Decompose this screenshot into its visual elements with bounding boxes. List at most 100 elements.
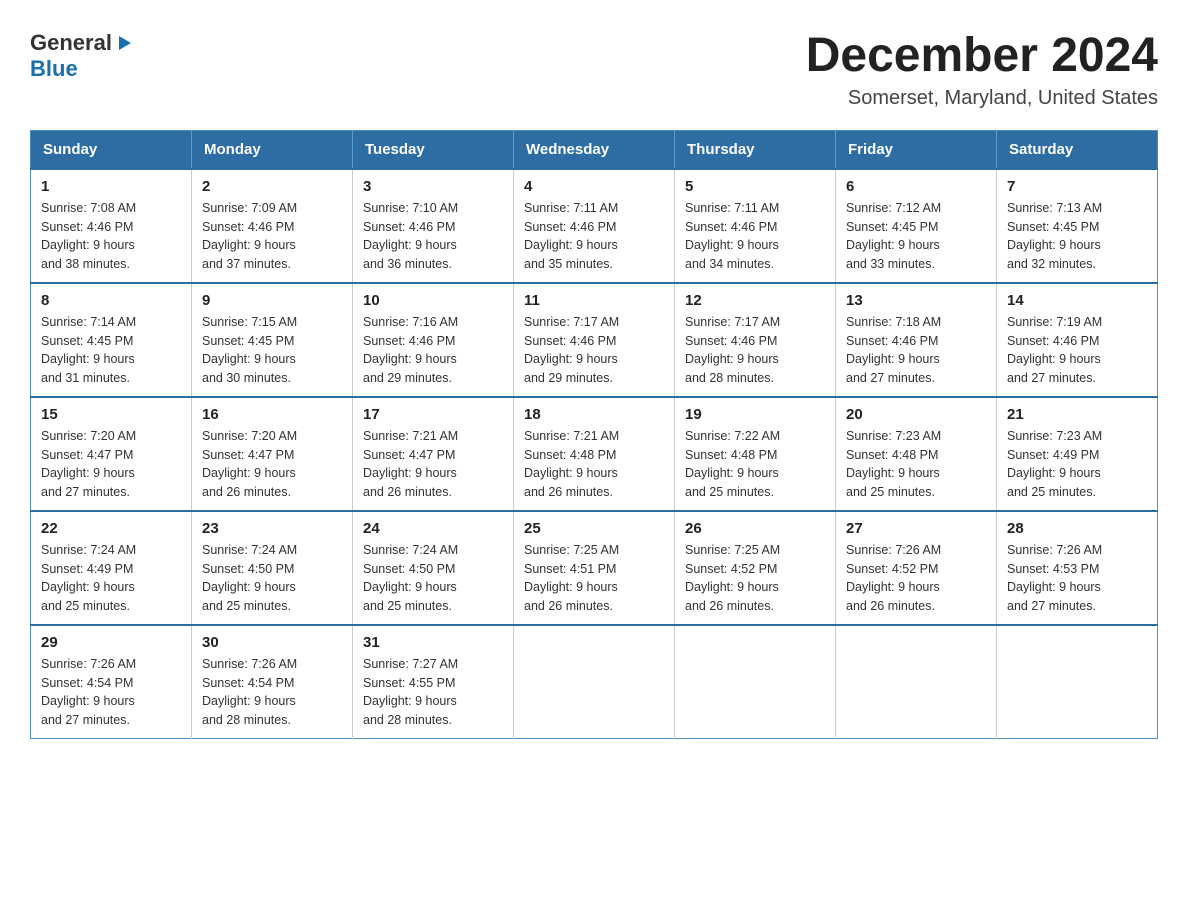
day-number: 1	[41, 178, 181, 195]
day-info: Sunrise: 7:08 AM Sunset: 4:46 PM Dayligh…	[41, 199, 181, 274]
calendar-day-cell	[675, 625, 836, 739]
calendar-week-row: 15 Sunrise: 7:20 AM Sunset: 4:47 PM Dayl…	[31, 397, 1158, 511]
calendar-day-cell: 2 Sunrise: 7:09 AM Sunset: 4:46 PM Dayli…	[192, 169, 353, 283]
calendar-day-cell: 18 Sunrise: 7:21 AM Sunset: 4:48 PM Dayl…	[514, 397, 675, 511]
day-number: 28	[1007, 520, 1147, 537]
day-info: Sunrise: 7:16 AM Sunset: 4:46 PM Dayligh…	[363, 313, 503, 388]
day-number: 27	[846, 520, 986, 537]
day-number: 17	[363, 406, 503, 423]
day-number: 29	[41, 634, 181, 651]
calendar-day-cell: 29 Sunrise: 7:26 AM Sunset: 4:54 PM Dayl…	[31, 625, 192, 739]
logo-arrow-icon	[115, 34, 133, 52]
day-number: 5	[685, 178, 825, 195]
day-info: Sunrise: 7:11 AM Sunset: 4:46 PM Dayligh…	[685, 199, 825, 274]
day-number: 14	[1007, 292, 1147, 309]
day-info: Sunrise: 7:23 AM Sunset: 4:48 PM Dayligh…	[846, 427, 986, 502]
calendar-day-cell: 13 Sunrise: 7:18 AM Sunset: 4:46 PM Dayl…	[836, 283, 997, 397]
day-number: 21	[1007, 406, 1147, 423]
day-number: 16	[202, 406, 342, 423]
day-number: 20	[846, 406, 986, 423]
day-info: Sunrise: 7:26 AM Sunset: 4:54 PM Dayligh…	[41, 655, 181, 730]
calendar-day-cell	[514, 625, 675, 739]
day-number: 24	[363, 520, 503, 537]
day-number: 6	[846, 178, 986, 195]
day-number: 8	[41, 292, 181, 309]
calendar-day-cell: 21 Sunrise: 7:23 AM Sunset: 4:49 PM Dayl…	[997, 397, 1158, 511]
day-info: Sunrise: 7:22 AM Sunset: 4:48 PM Dayligh…	[685, 427, 825, 502]
logo-general-text: General	[30, 30, 112, 56]
day-number: 18	[524, 406, 664, 423]
calendar-day-cell: 6 Sunrise: 7:12 AM Sunset: 4:45 PM Dayli…	[836, 169, 997, 283]
calendar-header-row: SundayMondayTuesdayWednesdayThursdayFrid…	[31, 130, 1158, 169]
day-info: Sunrise: 7:26 AM Sunset: 4:53 PM Dayligh…	[1007, 541, 1147, 616]
day-info: Sunrise: 7:20 AM Sunset: 4:47 PM Dayligh…	[41, 427, 181, 502]
calendar-day-cell: 15 Sunrise: 7:20 AM Sunset: 4:47 PM Dayl…	[31, 397, 192, 511]
calendar-day-cell: 1 Sunrise: 7:08 AM Sunset: 4:46 PM Dayli…	[31, 169, 192, 283]
title-area: December 2024 Somerset, Maryland, United…	[806, 30, 1158, 110]
day-of-week-header: Saturday	[997, 130, 1158, 169]
day-info: Sunrise: 7:26 AM Sunset: 4:54 PM Dayligh…	[202, 655, 342, 730]
day-info: Sunrise: 7:25 AM Sunset: 4:52 PM Dayligh…	[685, 541, 825, 616]
calendar-day-cell: 12 Sunrise: 7:17 AM Sunset: 4:46 PM Dayl…	[675, 283, 836, 397]
day-info: Sunrise: 7:17 AM Sunset: 4:46 PM Dayligh…	[685, 313, 825, 388]
day-number: 11	[524, 292, 664, 309]
day-info: Sunrise: 7:17 AM Sunset: 4:46 PM Dayligh…	[524, 313, 664, 388]
page-header: General Blue December 2024 Somerset, Mar…	[30, 30, 1158, 110]
calendar-week-row: 1 Sunrise: 7:08 AM Sunset: 4:46 PM Dayli…	[31, 169, 1158, 283]
day-info: Sunrise: 7:21 AM Sunset: 4:48 PM Dayligh…	[524, 427, 664, 502]
calendar-day-cell: 17 Sunrise: 7:21 AM Sunset: 4:47 PM Dayl…	[353, 397, 514, 511]
day-info: Sunrise: 7:23 AM Sunset: 4:49 PM Dayligh…	[1007, 427, 1147, 502]
calendar-day-cell: 9 Sunrise: 7:15 AM Sunset: 4:45 PM Dayli…	[192, 283, 353, 397]
day-number: 4	[524, 178, 664, 195]
day-number: 2	[202, 178, 342, 195]
calendar-day-cell: 28 Sunrise: 7:26 AM Sunset: 4:53 PM Dayl…	[997, 511, 1158, 625]
day-number: 23	[202, 520, 342, 537]
location-subtitle: Somerset, Maryland, United States	[806, 87, 1158, 110]
calendar-day-cell: 19 Sunrise: 7:22 AM Sunset: 4:48 PM Dayl…	[675, 397, 836, 511]
day-info: Sunrise: 7:12 AM Sunset: 4:45 PM Dayligh…	[846, 199, 986, 274]
day-number: 31	[363, 634, 503, 651]
calendar-day-cell: 30 Sunrise: 7:26 AM Sunset: 4:54 PM Dayl…	[192, 625, 353, 739]
calendar-day-cell: 10 Sunrise: 7:16 AM Sunset: 4:46 PM Dayl…	[353, 283, 514, 397]
calendar-day-cell	[997, 625, 1158, 739]
calendar-day-cell: 11 Sunrise: 7:17 AM Sunset: 4:46 PM Dayl…	[514, 283, 675, 397]
logo: General Blue	[30, 30, 134, 82]
month-year-title: December 2024	[806, 30, 1158, 83]
calendar-day-cell	[836, 625, 997, 739]
day-number: 26	[685, 520, 825, 537]
day-info: Sunrise: 7:13 AM Sunset: 4:45 PM Dayligh…	[1007, 199, 1147, 274]
day-info: Sunrise: 7:11 AM Sunset: 4:46 PM Dayligh…	[524, 199, 664, 274]
calendar-week-row: 22 Sunrise: 7:24 AM Sunset: 4:49 PM Dayl…	[31, 511, 1158, 625]
day-number: 7	[1007, 178, 1147, 195]
calendar-day-cell: 25 Sunrise: 7:25 AM Sunset: 4:51 PM Dayl…	[514, 511, 675, 625]
day-number: 13	[846, 292, 986, 309]
calendar-day-cell: 20 Sunrise: 7:23 AM Sunset: 4:48 PM Dayl…	[836, 397, 997, 511]
calendar-day-cell: 3 Sunrise: 7:10 AM Sunset: 4:46 PM Dayli…	[353, 169, 514, 283]
day-number: 25	[524, 520, 664, 537]
day-info: Sunrise: 7:10 AM Sunset: 4:46 PM Dayligh…	[363, 199, 503, 274]
day-info: Sunrise: 7:24 AM Sunset: 4:49 PM Dayligh…	[41, 541, 181, 616]
day-info: Sunrise: 7:27 AM Sunset: 4:55 PM Dayligh…	[363, 655, 503, 730]
day-info: Sunrise: 7:21 AM Sunset: 4:47 PM Dayligh…	[363, 427, 503, 502]
day-info: Sunrise: 7:25 AM Sunset: 4:51 PM Dayligh…	[524, 541, 664, 616]
day-number: 3	[363, 178, 503, 195]
calendar-day-cell: 23 Sunrise: 7:24 AM Sunset: 4:50 PM Dayl…	[192, 511, 353, 625]
day-of-week-header: Sunday	[31, 130, 192, 169]
calendar-day-cell: 31 Sunrise: 7:27 AM Sunset: 4:55 PM Dayl…	[353, 625, 514, 739]
calendar-day-cell: 16 Sunrise: 7:20 AM Sunset: 4:47 PM Dayl…	[192, 397, 353, 511]
day-info: Sunrise: 7:15 AM Sunset: 4:45 PM Dayligh…	[202, 313, 342, 388]
day-of-week-header: Tuesday	[353, 130, 514, 169]
day-info: Sunrise: 7:14 AM Sunset: 4:45 PM Dayligh…	[41, 313, 181, 388]
calendar-day-cell: 24 Sunrise: 7:24 AM Sunset: 4:50 PM Dayl…	[353, 511, 514, 625]
day-info: Sunrise: 7:19 AM Sunset: 4:46 PM Dayligh…	[1007, 313, 1147, 388]
calendar-week-row: 29 Sunrise: 7:26 AM Sunset: 4:54 PM Dayl…	[31, 625, 1158, 739]
day-of-week-header: Thursday	[675, 130, 836, 169]
day-info: Sunrise: 7:24 AM Sunset: 4:50 PM Dayligh…	[363, 541, 503, 616]
day-info: Sunrise: 7:20 AM Sunset: 4:47 PM Dayligh…	[202, 427, 342, 502]
calendar-week-row: 8 Sunrise: 7:14 AM Sunset: 4:45 PM Dayli…	[31, 283, 1158, 397]
calendar-day-cell: 5 Sunrise: 7:11 AM Sunset: 4:46 PM Dayli…	[675, 169, 836, 283]
day-number: 9	[202, 292, 342, 309]
calendar-day-cell: 14 Sunrise: 7:19 AM Sunset: 4:46 PM Dayl…	[997, 283, 1158, 397]
day-of-week-header: Monday	[192, 130, 353, 169]
day-number: 22	[41, 520, 181, 537]
